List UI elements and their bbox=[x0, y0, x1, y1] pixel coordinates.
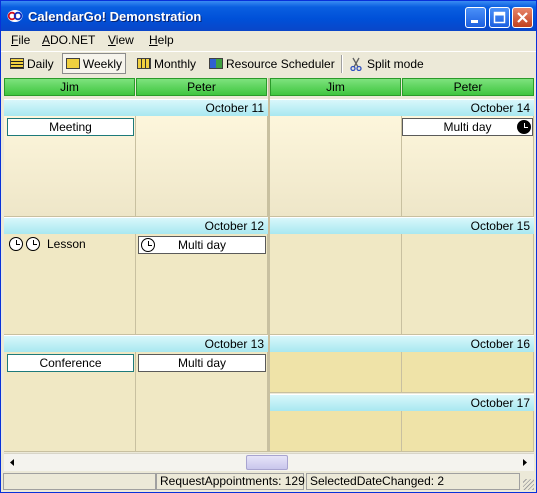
monthly-view-button[interactable]: Monthly bbox=[134, 53, 199, 74]
menu-file[interactable]: File bbox=[11, 33, 30, 47]
clock-icon bbox=[9, 237, 23, 251]
appointment-multiday-oct13[interactable]: Multi day bbox=[138, 354, 266, 372]
appointment-meeting[interactable]: Meeting bbox=[7, 118, 134, 136]
status-selected-date-changed: SelectedDateChanged: 2 bbox=[306, 473, 520, 490]
day-header-oct16[interactable]: October 16 bbox=[270, 335, 534, 352]
toolbar: Daily Weekly Monthly Resource Scheduler … bbox=[1, 51, 536, 76]
day-cell-oct14-jim[interactable] bbox=[270, 116, 402, 217]
monthly-calendar-icon bbox=[137, 58, 151, 69]
app-window: CalendarGo! Demonstration File ADO.NET V… bbox=[0, 0, 537, 493]
resource-scheduler-label: Resource Scheduler bbox=[226, 56, 335, 71]
menu-view[interactable]: View bbox=[108, 33, 134, 47]
appointment-multiday-oct12[interactable]: Multi day bbox=[138, 236, 266, 254]
close-icon bbox=[517, 12, 528, 23]
day-header-oct12[interactable]: October 12 bbox=[4, 217, 268, 234]
split-mode-label: Split mode bbox=[367, 56, 424, 71]
day-cell-oct16-jim[interactable] bbox=[270, 352, 402, 393]
arrow-left-icon bbox=[10, 459, 14, 466]
calendar-weekly-view: Jim Peter Jim Peter October 11 Meeting O… bbox=[4, 78, 534, 452]
daily-calendar-icon bbox=[10, 58, 24, 69]
clock-icon bbox=[517, 120, 531, 134]
window-title: CalendarGo! Demonstration bbox=[28, 9, 202, 24]
scroll-left-button[interactable] bbox=[5, 455, 20, 470]
toolbar-separator bbox=[341, 55, 343, 73]
title-bar[interactable]: CalendarGo! Demonstration bbox=[1, 1, 536, 31]
minimize-icon bbox=[471, 20, 478, 23]
resize-grip[interactable] bbox=[523, 479, 534, 490]
day-cell-oct15-peter[interactable] bbox=[402, 234, 534, 335]
day-header-oct17[interactable]: October 17 bbox=[270, 394, 534, 411]
monthly-view-label: Monthly bbox=[154, 56, 197, 71]
appointment-conference[interactable]: Conference bbox=[7, 354, 134, 372]
maximize-button[interactable] bbox=[489, 7, 510, 28]
menu-help[interactable]: Help bbox=[149, 33, 174, 47]
weekly-view-button[interactable]: Weekly bbox=[62, 53, 126, 74]
resource-scheduler-button[interactable]: Resource Scheduler bbox=[206, 53, 338, 74]
appointment-label: Multi day bbox=[443, 120, 492, 134]
scroll-thumb[interactable] bbox=[246, 455, 288, 470]
resource-header-peter-right[interactable]: Peter bbox=[402, 78, 534, 96]
clock-icon bbox=[26, 237, 40, 251]
scroll-right-button[interactable] bbox=[517, 455, 532, 470]
day-cell-oct15-jim[interactable] bbox=[270, 234, 402, 335]
status-bar: RequestAppointments: 129 SelectedDateCha… bbox=[1, 472, 536, 492]
menu-bar: File ADO.NET View Help bbox=[1, 31, 536, 50]
daily-view-label: Daily bbox=[27, 56, 54, 71]
appointment-multiday-oct14[interactable]: Multi day bbox=[402, 118, 533, 136]
day-header-oct13[interactable]: October 13 bbox=[4, 335, 268, 352]
appointment-label: Multi day bbox=[177, 238, 227, 252]
resource-header-jim-right[interactable]: Jim bbox=[270, 78, 401, 96]
daily-view-button[interactable]: Daily bbox=[7, 53, 57, 74]
menu-ado-net[interactable]: ADO.NET bbox=[42, 33, 95, 47]
app-logo-icon bbox=[7, 10, 23, 22]
close-button[interactable] bbox=[512, 7, 533, 28]
status-request-appointments: RequestAppointments: 129 bbox=[156, 473, 305, 490]
appointment-label: Lesson bbox=[47, 237, 86, 251]
clock-icon bbox=[141, 238, 155, 252]
resource-scheduler-icon bbox=[209, 58, 223, 69]
weekly-calendar-icon bbox=[66, 58, 80, 69]
day-cell-oct17-jim[interactable] bbox=[270, 411, 402, 452]
arrow-right-icon bbox=[523, 459, 527, 466]
maximize-icon bbox=[493, 11, 506, 24]
resource-header-peter-left[interactable]: Peter bbox=[136, 78, 267, 96]
split-mode-button[interactable]: Split mode bbox=[346, 53, 427, 74]
day-cell-oct16-peter[interactable] bbox=[402, 352, 534, 393]
minimize-button[interactable] bbox=[465, 7, 486, 28]
day-header-oct15[interactable]: October 15 bbox=[270, 217, 534, 234]
weekly-view-label: Weekly bbox=[82, 56, 122, 71]
day-cell-oct17-peter[interactable] bbox=[402, 411, 534, 452]
appointment-lesson[interactable]: Lesson bbox=[7, 236, 134, 254]
status-panel-empty bbox=[3, 473, 156, 490]
scissors-icon bbox=[350, 57, 362, 71]
resource-header-jim-left[interactable]: Jim bbox=[4, 78, 135, 96]
day-cell-oct11-peter[interactable] bbox=[136, 116, 268, 217]
day-header-oct11[interactable]: October 11 bbox=[4, 99, 268, 116]
day-header-oct14[interactable]: October 14 bbox=[270, 99, 534, 116]
horizontal-scrollbar[interactable] bbox=[4, 453, 534, 471]
